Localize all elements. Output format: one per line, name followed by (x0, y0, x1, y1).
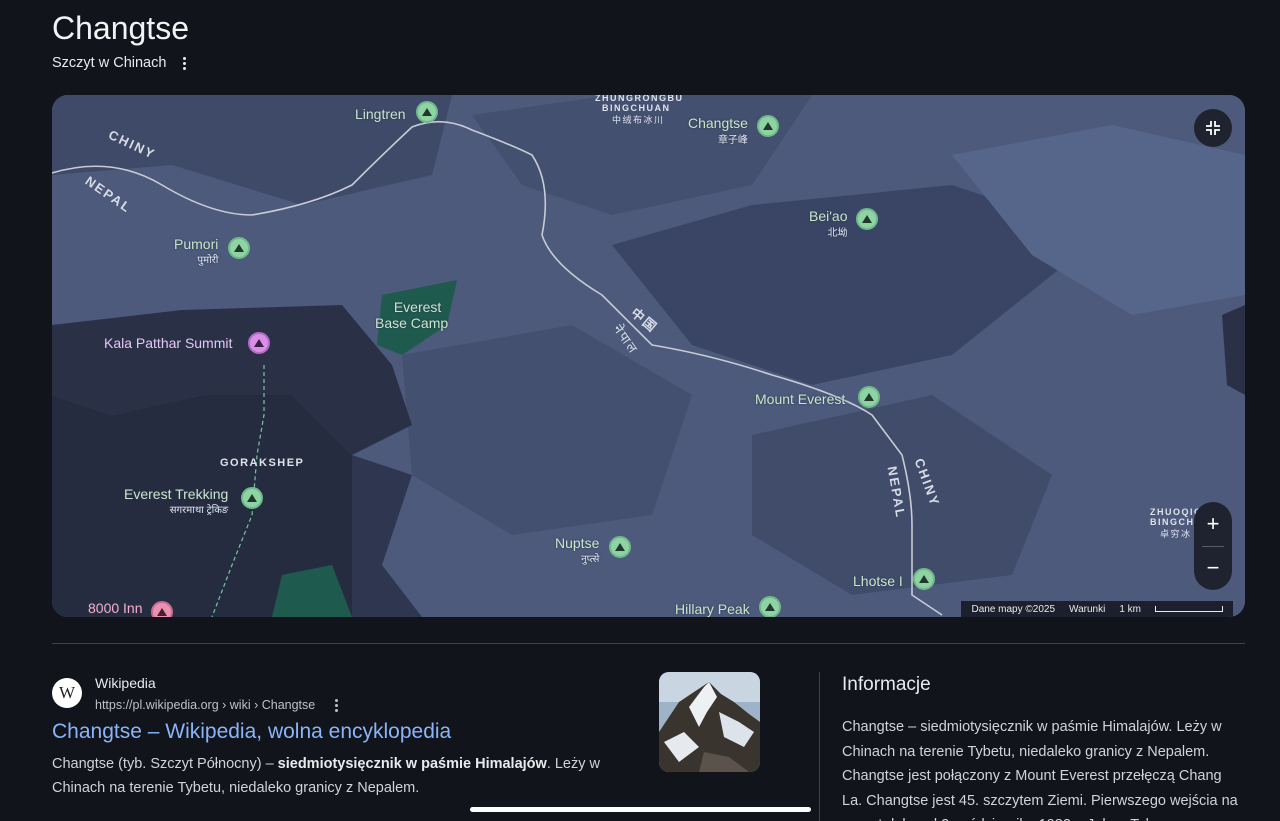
place-label-base-camp[interactable]: Everest Base Camp (375, 299, 448, 331)
source-url-text: https://pl.wikipedia.org › wiki › Changt… (95, 698, 316, 712)
info-heading: Informacje (842, 674, 931, 695)
more-options-icon[interactable] (176, 54, 192, 72)
source-url[interactable]: https://pl.wikipedia.org › wiki › Changt… (95, 696, 341, 714)
hotel-pin-icon[interactable] (151, 601, 173, 617)
camera-pin-icon[interactable] (248, 332, 270, 354)
map-attribution: Dane mapy ©2025 Warunki 1 km (961, 601, 1233, 617)
peak-label-changtse[interactable]: Changtse 章子峰 (688, 115, 748, 146)
subtitle: Szczyt w Chinach (52, 55, 167, 71)
glacier-label-east: 卓穷冰 (1160, 529, 1192, 539)
peak-label-lhotse[interactable]: Lhotse I (853, 573, 903, 589)
peak-pin-icon[interactable] (856, 208, 878, 230)
peak-label-beiao[interactable]: Bei'ao 北坳 (809, 208, 847, 239)
wikipedia-logo-icon[interactable]: W (52, 678, 82, 708)
peak-pin-icon[interactable] (858, 386, 880, 408)
result-options-icon[interactable] (331, 696, 341, 714)
place-label-everest-trekking[interactable]: Everest Trekking सगरमाथा ट्रेकिङ (124, 486, 228, 516)
map-data-credit: Dane mapy ©2025 (971, 603, 1056, 615)
place-label-kala-patthar[interactable]: Kala Patthar Summit (104, 335, 232, 351)
peak-pin-icon[interactable] (757, 115, 779, 137)
glacier-label: ZHUNGRONGBU (595, 95, 684, 103)
terms-link[interactable]: Warunki (1069, 604, 1105, 615)
subtitle-row: Szczyt w Chinach (52, 54, 192, 72)
collapse-icon (1206, 121, 1220, 135)
peak-pin-icon[interactable] (228, 237, 250, 259)
map[interactable]: ZHUNGRONGBU BINGCHUAN 中绒布冰川 ZHUOQIO BING… (52, 95, 1245, 617)
hiker-pin-icon[interactable] (241, 487, 263, 509)
peak-pin-icon[interactable] (759, 596, 781, 617)
result-thumbnail[interactable] (659, 672, 760, 772)
peak-label-mount-everest[interactable]: Mount Everest (755, 391, 845, 407)
source-name[interactable]: Wikipedia (95, 675, 156, 691)
peak-pin-icon[interactable] (913, 568, 935, 590)
zoom-control: + − (1194, 502, 1232, 590)
info-description: Changtse – siedmiotysięcznik w paśmie Hi… (842, 719, 1238, 821)
peak-label-lingtren[interactable]: Lingtren (355, 106, 406, 122)
zoom-in-button[interactable]: + (1194, 502, 1232, 546)
glacier-label: 中绒布冰川 (612, 115, 665, 125)
peak-pin-icon[interactable] (416, 101, 438, 123)
map-terrain (52, 95, 1245, 617)
peak-pin-icon[interactable] (609, 536, 631, 558)
glacier-label: BINGCHUAN (602, 103, 671, 113)
place-label-inn[interactable]: 8000 Inn (88, 600, 143, 616)
peak-label-pumori[interactable]: Pumori पुमोरी (174, 236, 218, 266)
page-title: Changtse (52, 10, 189, 46)
town-label-gorakshep: GORAKSHEP (220, 457, 305, 469)
result-title-link[interactable]: Changtse – Wikipedia, wolna encyklopedia (52, 720, 451, 744)
column-divider (819, 672, 820, 821)
peak-label-hillary[interactable]: Hillary Peak (675, 601, 750, 617)
peak-label-nuptse[interactable]: Nuptse नुप्त्से (555, 535, 599, 565)
scale-label: 1 km (1119, 603, 1141, 615)
result-snippet: Changtse (tyb. Szczyt Północny) – siedmi… (52, 756, 600, 796)
home-indicator[interactable] (470, 807, 811, 812)
exit-fullscreen-button[interactable] (1194, 109, 1232, 147)
scale-bar (1155, 606, 1223, 612)
zoom-out-button[interactable]: − (1194, 546, 1232, 590)
mountain-photo-icon (659, 672, 760, 772)
section-divider (52, 643, 1245, 644)
